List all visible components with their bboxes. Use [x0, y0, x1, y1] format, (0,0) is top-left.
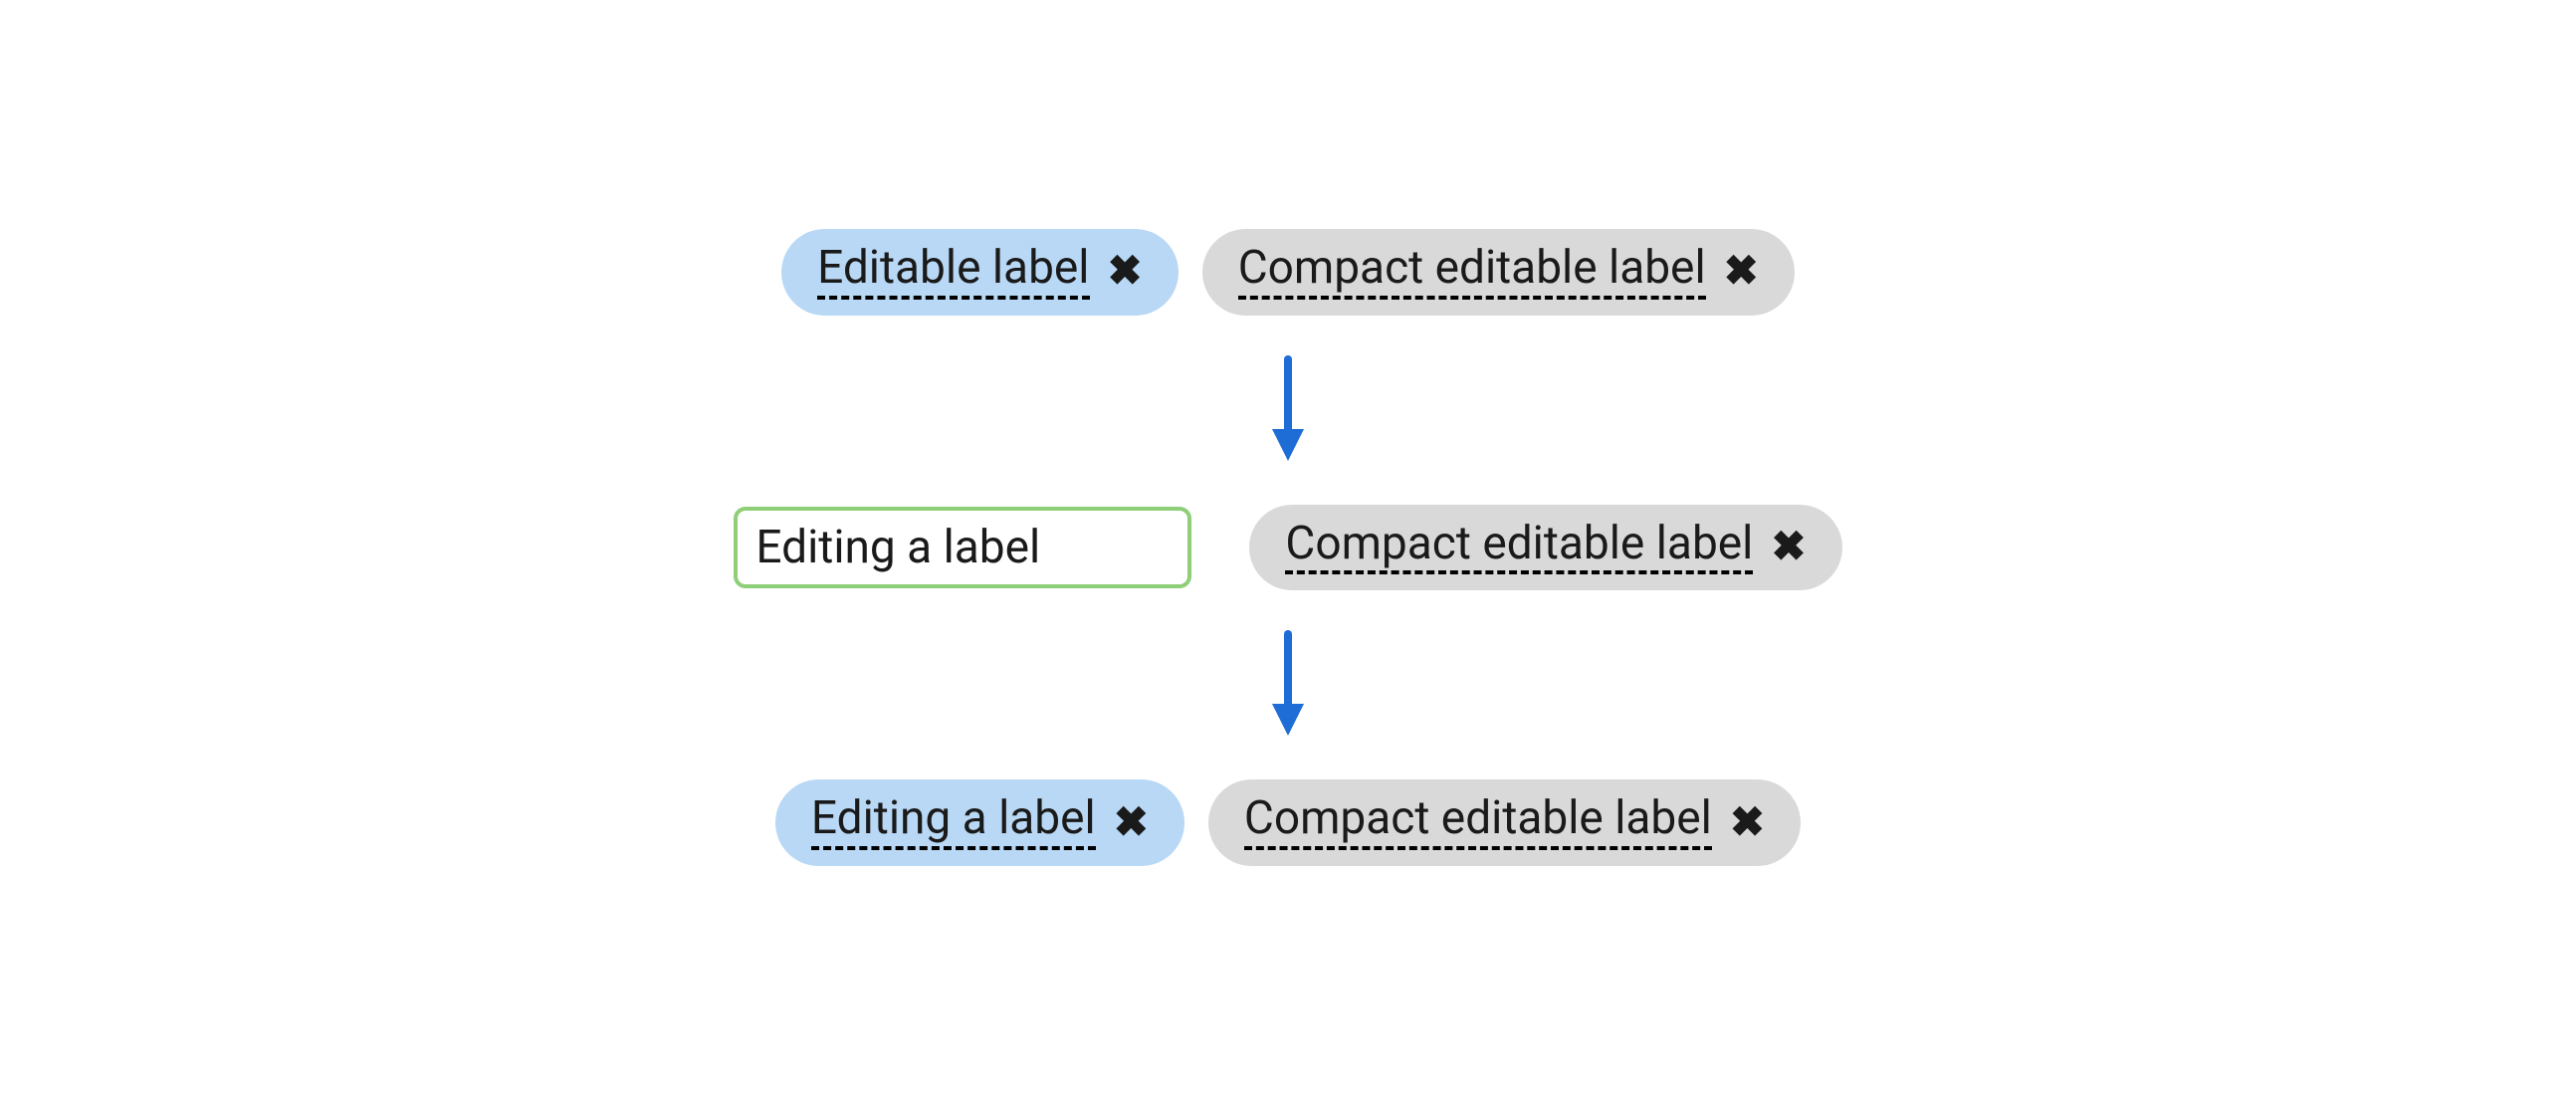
arrow-down-icon: [1268, 355, 1308, 465]
close-icon[interactable]: ✖: [1114, 800, 1149, 844]
close-icon[interactable]: ✖: [1724, 249, 1759, 293]
compact-editable-label-chip[interactable]: Compact editable label ✖: [1202, 229, 1795, 316]
state-row-1: Editable label ✖ Compact editable label …: [781, 229, 1795, 316]
compact-editable-label-chip[interactable]: Compact editable label ✖: [1249, 505, 1841, 591]
compact-editable-label-text[interactable]: Compact editable label: [1244, 793, 1712, 850]
label-edit-input[interactable]: [734, 507, 1191, 588]
editable-label-text[interactable]: Editable label: [817, 243, 1089, 300]
compact-editable-label-text[interactable]: Compact editable label: [1238, 243, 1706, 300]
compact-editable-label-text[interactable]: Compact editable label: [1285, 519, 1753, 575]
close-icon[interactable]: ✖: [1108, 249, 1143, 293]
compact-editable-label-chip[interactable]: Compact editable label ✖: [1208, 779, 1801, 866]
state-row-3: Editing a label ✖ Compact editable label…: [775, 779, 1801, 866]
state-row-2: Compact editable label ✖: [734, 505, 1841, 591]
close-icon[interactable]: ✖: [1730, 800, 1765, 844]
arrow-down-icon: [1268, 630, 1308, 740]
close-icon[interactable]: ✖: [1771, 525, 1806, 568]
editable-label-text[interactable]: Editing a label: [811, 793, 1096, 850]
diagram-stage: Editable label ✖ Compact editable label …: [734, 229, 1841, 866]
editable-label-chip[interactable]: Editable label ✖: [781, 229, 1179, 316]
editable-label-chip-updated[interactable]: Editing a label ✖: [775, 779, 1184, 866]
